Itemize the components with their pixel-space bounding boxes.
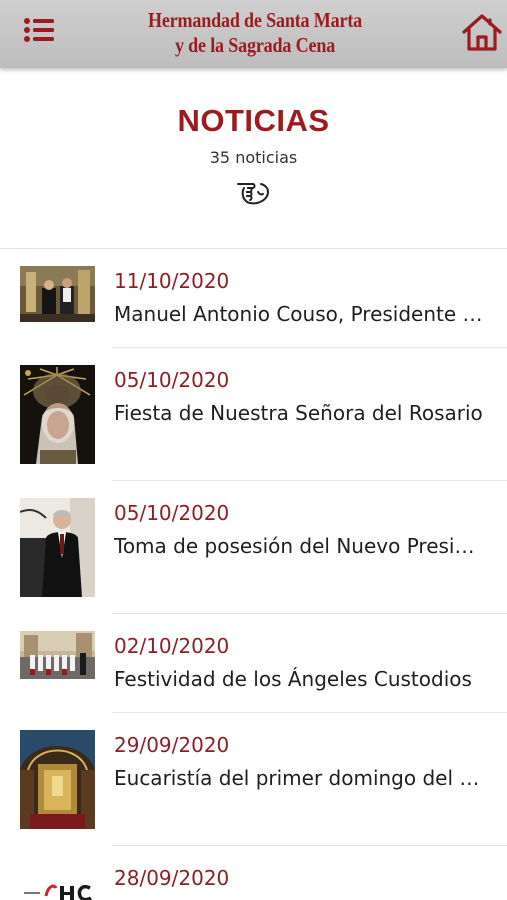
- news-item[interactable]: 28/09/2020: [0, 846, 507, 900]
- news-date: 05/10/2020: [114, 368, 230, 392]
- news-title: Eucaristía del primer domingo del mes: [114, 766, 486, 790]
- news-title: Fiesta de Nuestra Señora del Rosario: [114, 401, 483, 425]
- news-thumbnail: [20, 876, 95, 900]
- hamburger-menu-icon[interactable]: [22, 16, 58, 44]
- news-thumbnail: [20, 631, 95, 679]
- news-date: 29/09/2020: [114, 733, 230, 757]
- news-date: 28/09/2020: [114, 866, 230, 890]
- brand-line-1: Hermandad de Santa Marta: [147, 8, 363, 32]
- page-title: NOTICIAS: [177, 103, 330, 138]
- news-item[interactable]: 11/10/2020 Manuel Antonio Couso, Preside…: [0, 249, 507, 348]
- news-thumbnail: [20, 730, 95, 829]
- news-date: 02/10/2020: [114, 634, 230, 658]
- news-date: 05/10/2020: [114, 501, 230, 525]
- home-icon[interactable]: [461, 11, 503, 53]
- news-title: Festividad de los Ángeles Custodios: [114, 667, 472, 691]
- news-item[interactable]: 29/09/2020 Eucaristía del primer domingo…: [0, 713, 507, 846]
- news-header: NOTICIAS 35 noticias: [0, 68, 507, 250]
- news-item[interactable]: 05/10/2020 Fiesta de Nuestra Señora del …: [0, 348, 507, 481]
- app-screen: Hermandad de Santa Marta y de la Sagrada…: [0, 0, 507, 900]
- news-title: Manuel Antonio Couso, Presidente del Con…: [114, 302, 486, 326]
- news-thumbnail: [20, 365, 95, 464]
- news-item[interactable]: 05/10/2020 Toma de posesión del Nuevo Pr…: [0, 481, 507, 614]
- news-thumbnail: [20, 266, 95, 322]
- pointing-hand-icon: [236, 176, 272, 206]
- news-thumbnail: [20, 498, 95, 597]
- top-app-bar: Hermandad de Santa Marta y de la Sagrada…: [0, 0, 507, 68]
- brand-title: Hermandad de Santa Marta y de la Sagrada…: [148, 8, 363, 58]
- news-count: 35 noticias: [209, 148, 298, 167]
- news-title: Toma de posesión del Nuevo Presidente: [114, 534, 486, 558]
- news-list: 11/10/2020 Manuel Antonio Couso, Preside…: [0, 249, 507, 900]
- news-date: 11/10/2020: [114, 269, 230, 293]
- news-item[interactable]: 02/10/2020 Festividad de los Ángeles Cus…: [0, 614, 507, 713]
- brand-line-2: y de la Sagrada Cena: [174, 33, 336, 57]
